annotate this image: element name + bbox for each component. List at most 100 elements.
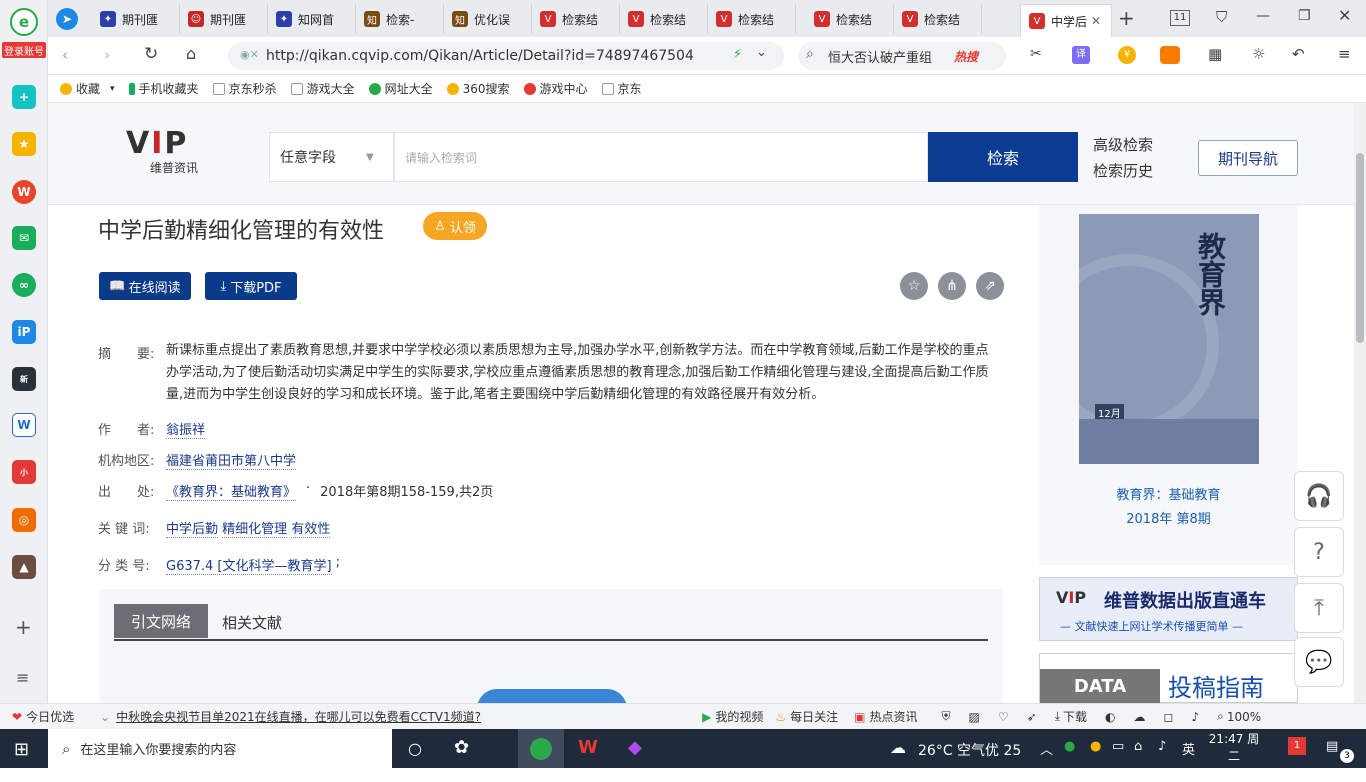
- publishing-ad-banner[interactable]: VIP 维普数据出版直通车 — 文献快速上网让学术传播更简单 —: [1039, 577, 1298, 641]
- game-icon[interactable]: ◎: [12, 508, 36, 532]
- add-icon[interactable]: +: [15, 615, 32, 639]
- search-input[interactable]: 请输入检索词: [394, 132, 928, 182]
- heartbeat-icon[interactable]: ♡: [998, 710, 1009, 724]
- window-icon[interactable]: ◻: [1164, 710, 1174, 724]
- org-link[interactable]: 福建省莆田市第八中学: [166, 450, 297, 470]
- tab-item[interactable]: V 检索结: [708, 4, 796, 34]
- weibo-icon[interactable]: W: [12, 180, 36, 204]
- mail-icon[interactable]: ✉: [12, 226, 36, 250]
- tray-app2-icon[interactable]: ●: [1090, 739, 1101, 754]
- back-icon[interactable]: ‹: [62, 46, 68, 64]
- author-link[interactable]: 翁振祥: [166, 419, 206, 439]
- volume-icon[interactable]: ♪: [1158, 739, 1166, 754]
- link-icon[interactable]: ∞: [12, 273, 36, 297]
- xiaohongshu-icon[interactable]: 小: [12, 460, 36, 484]
- scissors-icon[interactable]: ✂: [1030, 46, 1042, 62]
- download-pdf-button[interactable]: ⤓ 下载PDF: [205, 272, 297, 300]
- login-button[interactable]: 登录账号: [2, 42, 46, 58]
- cover-issue-link[interactable]: 2018年 第8期: [1039, 508, 1298, 527]
- tab-item[interactable]: ✦ 期刊匯: [92, 4, 180, 34]
- journal-nav-button[interactable]: 期刊导航: [1198, 140, 1298, 176]
- tab-item[interactable]: 知检索-: [356, 4, 444, 34]
- search-button[interactable]: 检索: [928, 132, 1078, 182]
- help-icon[interactable]: ?: [1294, 527, 1344, 577]
- tab-related-literature[interactable]: 相关文献: [222, 612, 282, 633]
- bookmark-item[interactable]: 游戏大全: [290, 80, 355, 97]
- undo-icon[interactable]: ↶: [1292, 45, 1305, 63]
- windows-start-icon[interactable]: ⊞: [14, 739, 29, 760]
- download-link[interactable]: 下载: [1063, 708, 1087, 725]
- vip-logo[interactable]: VIP 维普资讯: [126, 129, 230, 179]
- submission-guide-banner[interactable]: DATA 投稿指南: [1039, 653, 1298, 703]
- journal-cover-image[interactable]: 教育界 12月: [1079, 214, 1259, 464]
- brightness-icon[interactable]: ☼: [1252, 45, 1265, 63]
- hot-news[interactable]: 热点资讯: [870, 708, 918, 725]
- read-online-button[interactable]: 📖 在线阅读: [99, 272, 191, 300]
- today-picks[interactable]: 今日优选: [26, 708, 74, 725]
- input-language[interactable]: 英: [1182, 739, 1195, 758]
- citation-graph-button[interactable]: [477, 689, 627, 703]
- image-icon[interactable]: ▨: [969, 710, 980, 724]
- new-tab-icon[interactable]: +: [1118, 6, 1135, 30]
- bookmark-item[interactable]: 游戏中心: [523, 80, 588, 97]
- battery-icon[interactable]: ▭: [1112, 739, 1124, 754]
- minimize-icon[interactable]: —: [1256, 8, 1270, 24]
- tab-item[interactable]: V 检索结: [894, 4, 982, 34]
- feedback-icon[interactable]: 💬: [1294, 637, 1344, 687]
- network-icon[interactable]: ⌂: [1134, 739, 1142, 754]
- task-view-icon[interactable]: ○: [408, 739, 422, 758]
- ip-icon[interactable]: iP: [12, 320, 36, 344]
- tray-chevron-icon[interactable]: ︿: [1040, 739, 1053, 758]
- advanced-search-link[interactable]: 高级检索: [1093, 134, 1153, 155]
- external-link-icon[interactable]: ⇗: [976, 272, 1004, 300]
- tab-item[interactable]: ☺ 期刊匯: [180, 4, 268, 34]
- tab-item-active[interactable]: V 中学后 ✕: [1020, 4, 1112, 37]
- notification-badge[interactable]: 1: [1288, 737, 1306, 755]
- claim-button[interactable]: ♙ 认领: [423, 212, 487, 240]
- weather-text[interactable]: 26°C 空气优 25: [918, 740, 1021, 760]
- notification-count[interactable]: 3: [1340, 749, 1354, 763]
- wps-icon[interactable]: W: [578, 737, 598, 758]
- action-center-icon[interactable]: ▤: [1326, 739, 1338, 754]
- back-to-top-icon[interactable]: ⤒: [1294, 583, 1344, 633]
- tab-citation-network[interactable]: 引文网络: [114, 604, 208, 638]
- grid-icon[interactable]: ▦: [1208, 45, 1222, 63]
- browser-logo-icon[interactable]: e: [10, 8, 38, 36]
- tray-app-icon[interactable]: ●: [1064, 739, 1075, 754]
- maximize-icon[interactable]: ❐: [1298, 8, 1311, 24]
- cloud-icon[interactable]: ☁: [1134, 710, 1146, 724]
- volume-icon[interactable]: ♪: [1192, 710, 1200, 724]
- news-ticker[interactable]: 中秋晚会央视节目单2021在线直播，在哪儿可以免费看CCTV1频道?: [116, 708, 486, 725]
- hot-search-input[interactable]: ⌕ 恒大否认破产重组 热搜: [798, 42, 1006, 70]
- shield-icon[interactable]: ⛨: [942, 709, 951, 724]
- tab-item[interactable]: ✦ 知网首: [268, 4, 356, 34]
- forward-icon[interactable]: ›: [104, 46, 110, 64]
- close-window-icon[interactable]: ✕: [1338, 6, 1351, 25]
- search-history-link[interactable]: 检索历史: [1093, 160, 1153, 181]
- translate-icon[interactable]: 译: [1072, 46, 1090, 64]
- tab-item[interactable]: V 检索结: [620, 4, 708, 34]
- bookmark-item[interactable]: 网址大全: [368, 80, 433, 97]
- coin-icon[interactable]: ¥: [1118, 46, 1136, 64]
- bookmark-item[interactable]: 手机收藏夹: [128, 80, 199, 97]
- send-icon[interactable]: ➤: [56, 8, 78, 30]
- tab-item[interactable]: V 检索结: [806, 4, 894, 34]
- clock[interactable]: 21:47 周二 2021/9/21: [1204, 731, 1266, 782]
- keyword-link[interactable]: 有效性: [291, 518, 331, 538]
- rocket-icon[interactable]: ➶: [1027, 710, 1037, 724]
- lightning-icon[interactable]: ⚡: [733, 47, 742, 62]
- close-tab-icon[interactable]: ✕: [1091, 14, 1101, 28]
- chevron-down-icon[interactable]: ⌄: [756, 45, 767, 60]
- app-icon[interactable]: +: [12, 85, 36, 109]
- bookmark-item[interactable]: 京东秒杀: [212, 80, 277, 97]
- word-icon[interactable]: W: [12, 413, 36, 437]
- zoom-level[interactable]: 100%: [1227, 710, 1261, 724]
- scrollbar-thumb[interactable]: [1356, 153, 1364, 343]
- field-select[interactable]: 任意字段 ▼: [269, 132, 394, 182]
- class-code-link[interactable]: G637.4 [文化科学—教育学]: [166, 555, 332, 575]
- keyword-link[interactable]: 中学后勤: [166, 518, 219, 538]
- pubg-icon[interactable]: ▲: [12, 555, 36, 579]
- bookmark-item[interactable]: 360搜索: [446, 80, 510, 97]
- game-controller-icon[interactable]: [1160, 46, 1180, 64]
- share-icon[interactable]: ⋔: [938, 272, 966, 300]
